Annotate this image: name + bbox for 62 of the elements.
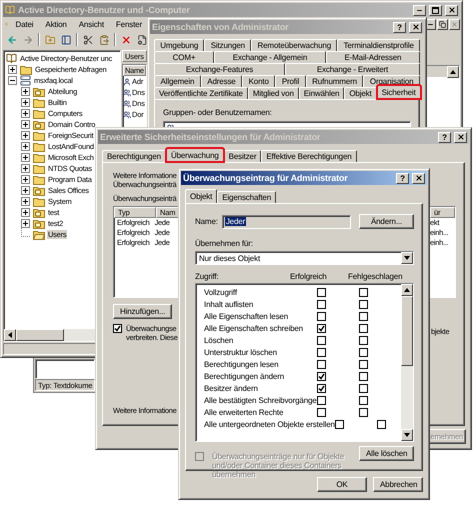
help-button[interactable]: ? [393, 22, 406, 32]
permission-label: Besitzer ändern [204, 384, 258, 392]
name-field[interactable]: Jeder [222, 214, 351, 228]
menu-item[interactable]: Fenster [110, 20, 147, 28]
field-label: Name: [195, 217, 218, 226]
tab[interactable]: Mitglied von [248, 87, 299, 99]
tab[interactable]: E-Mail-Adressen [326, 51, 420, 63]
permission-label: Alle erweiterten Rechte [204, 408, 284, 416]
apply-dropdown[interactable]: Nur dieses Objekt [195, 251, 414, 265]
cancel-button[interactable]: Abbrechen [373, 476, 423, 492]
tab[interactable]: Überwachung [166, 148, 224, 162]
tab[interactable]: Profil [275, 75, 306, 87]
tab[interactable]: Exchange - Erweitert [285, 63, 420, 75]
field-label: Zugriff: [195, 272, 220, 281]
tab[interactable]: Umgebung [154, 39, 204, 51]
tab[interactable]: Sicherheit [376, 85, 421, 99]
help-button[interactable]: ? [438, 132, 451, 142]
checkbox-label: Überwachungseinträge nur für Objekte und/oder Container dieses Containers übernehmen [212, 452, 346, 479]
tab[interactable]: Besitzer [224, 150, 262, 162]
tab[interactable]: Berechtigungen [102, 150, 166, 162]
ok-button[interactable]: OK [317, 476, 367, 492]
tab[interactable]: Adresse [200, 75, 242, 87]
permission-label: Löschen [204, 336, 234, 344]
permission-label: Alle Eigenschaften lesen [204, 312, 288, 320]
column-header: Erfolgreich [290, 272, 328, 281]
permission-label: Vollzugriff [204, 288, 237, 296]
tab[interactable]: COM+ [154, 51, 214, 63]
permission-label: Berechtigungen ändern [204, 372, 284, 380]
add-button[interactable]: Hinzufügen... [113, 304, 172, 319]
change-button[interactable]: Ändern... [359, 214, 414, 229]
menu-item[interactable]: Aktion [40, 20, 72, 28]
field-label: Übernehmen für: [195, 239, 254, 248]
permission-label: Alle Eigenschaften schreiben [204, 324, 303, 332]
tab[interactable]: Einwählen [298, 87, 344, 99]
field-label: Gruppen- oder Benutzernamen: [163, 108, 273, 117]
window-title: Erweiterte Sicherheitseinstellungen für Administrator [100, 132, 322, 142]
tab[interactable]: Terminaldienstprofile [337, 39, 420, 51]
column-header: Fehlgeschlagen [348, 272, 404, 281]
tab[interactable]: Sitzungen [204, 39, 252, 51]
tab[interactable]: Konto [242, 75, 276, 87]
permission-label: Alle bestätigten Schreibvorgänge [204, 396, 317, 404]
permission-label: Alle untergeordneten Objekte erstellen [204, 420, 335, 428]
permission-label: Inhalt auflisten [204, 300, 254, 308]
tab[interactable]: Remoteüberwachung [251, 39, 338, 51]
clear-button[interactable]: Alle löschen [359, 446, 414, 461]
tab[interactable]: Exchange - Allgemein [214, 51, 326, 63]
tab[interactable]: Effektive Berechtigungen [261, 150, 357, 162]
menu-item[interactable]: Ansicht [74, 20, 109, 28]
tab[interactable]: Allgemein [154, 75, 201, 87]
help-button[interactable]: ? [396, 172, 409, 184]
tab[interactable]: Objekt [344, 87, 377, 99]
tab[interactable]: Rufnummern [306, 75, 364, 87]
tab[interactable]: Objekt [185, 189, 218, 203]
window-title: Eigenschaften von Administrator [152, 22, 290, 32]
permission-label: Unterstruktur löschen [204, 348, 277, 356]
window-title: Überwachungseintrag für Administrator [183, 173, 349, 183]
menu-item[interactable]: Datei [10, 20, 38, 28]
tab[interactable]: Exchange-Features [154, 63, 286, 75]
tab[interactable]: Eigenschaften [217, 191, 276, 203]
tab[interactable]: Veröffentlichte Zertifikate [154, 87, 248, 99]
window-title: Active Directory-Benutzer und -Computer [18, 5, 191, 15]
permission-label: Berechtigungen lesen [204, 360, 278, 368]
